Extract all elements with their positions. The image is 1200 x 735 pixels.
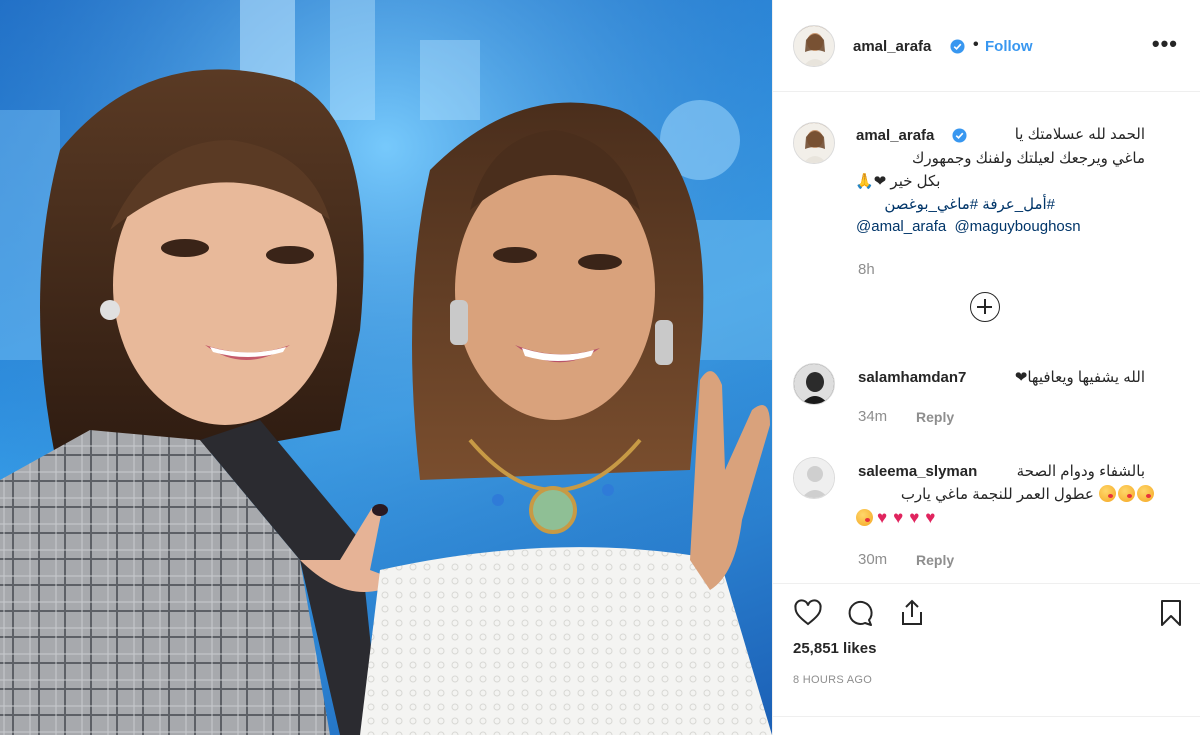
photo-illustration bbox=[0, 0, 772, 735]
comment-emoji-line: ♥ ♥ ♥ ♥ bbox=[855, 507, 985, 530]
speech-bubble-icon[interactable] bbox=[845, 598, 875, 628]
caption-line-3: 🙏❤ بكل خير bbox=[855, 171, 945, 193]
comment-text: عطول العمر للنجمة ماغي يارب bbox=[900, 486, 1094, 503]
caption-line-2: ماغي ويرجعك لعيلتك ولفنك وجمهورك bbox=[912, 150, 1145, 167]
more-options-icon[interactable]: ••• bbox=[1152, 31, 1178, 57]
red-heart-icon: ♥ bbox=[893, 508, 904, 527]
bookmark-icon[interactable] bbox=[1156, 598, 1186, 628]
share-upload-icon[interactable] bbox=[897, 598, 927, 628]
reply-button[interactable]: Reply bbox=[916, 552, 954, 568]
header-separator: • bbox=[973, 36, 979, 53]
comment-text: الله يشفيها ويعافيها❤ bbox=[1014, 369, 1145, 386]
red-heart-icon: ♥ bbox=[877, 508, 888, 527]
kiss-emoji-icon bbox=[1137, 485, 1154, 502]
follow-button[interactable]: Follow bbox=[985, 38, 1033, 55]
post-header: amal_arafa • Follow ••• bbox=[773, 0, 1200, 92]
verified-badge-icon bbox=[952, 128, 967, 143]
caption-username[interactable]: amal_arafa bbox=[856, 127, 934, 144]
author-username[interactable]: amal_arafa bbox=[853, 38, 931, 55]
author-avatar[interactable] bbox=[793, 25, 835, 67]
comment-timestamp[interactable]: 30m bbox=[858, 551, 887, 568]
kiss-emoji-icon bbox=[856, 509, 873, 526]
likes-count[interactable]: 25,851 likes bbox=[793, 640, 876, 657]
commenter-username[interactable]: salamhamdan7 bbox=[858, 369, 966, 386]
caption-mentions: @amal_arafa @maguyboughosn bbox=[856, 218, 1085, 235]
add-comment-section[interactable] bbox=[773, 716, 1200, 735]
caption-line-1: الحمد لله عسلامتك يا bbox=[1014, 126, 1145, 143]
comment-text-line-2: عطول العمر للنجمة ماغي يارب bbox=[855, 484, 1155, 506]
heart-outline-icon[interactable] bbox=[793, 598, 823, 628]
comment-timestamp[interactable]: 34m bbox=[858, 408, 887, 425]
caption-timestamp[interactable]: 8h bbox=[858, 261, 875, 278]
post-time: 8 HOURS AGO bbox=[793, 674, 873, 686]
caption-hashtags[interactable]: #أمل_عرفة #ماغي_بوغصن bbox=[855, 194, 1055, 216]
mention-link[interactable]: @amal_arafa bbox=[856, 218, 946, 235]
kiss-emoji-icon bbox=[1118, 485, 1135, 502]
plus-circle-icon[interactable] bbox=[970, 292, 1000, 322]
caption-line-3-text: بكل خير bbox=[890, 173, 941, 190]
commenter-avatar-placeholder[interactable] bbox=[793, 457, 835, 499]
reply-button[interactable]: Reply bbox=[916, 409, 954, 425]
commenter-avatar[interactable] bbox=[793, 363, 835, 405]
post-photo[interactable] bbox=[0, 0, 772, 735]
verified-badge-icon bbox=[950, 39, 965, 54]
red-heart-icon: ♥ bbox=[909, 508, 920, 527]
post-side-panel: amal_arafa • Follow ••• amal_arafa الحمد… bbox=[773, 0, 1200, 735]
mention-link[interactable]: @maguyboughosn bbox=[954, 218, 1080, 235]
red-heart-icon: ♥ bbox=[925, 508, 936, 527]
commenter-username[interactable]: saleema_slyman bbox=[858, 463, 977, 480]
caption-emoji: 🙏❤ bbox=[855, 173, 887, 190]
caption-author-avatar[interactable] bbox=[793, 122, 835, 164]
post-actions: 25,851 likes 8 HOURS AGO bbox=[773, 583, 1200, 735]
comment-text-line-1: بالشفاء ودوام الصحة bbox=[1016, 463, 1145, 480]
kiss-emoji-icon bbox=[1099, 485, 1116, 502]
comments-list: amal_arafa الحمد لله عسلامتك يا ماغي وير… bbox=[773, 93, 1200, 583]
